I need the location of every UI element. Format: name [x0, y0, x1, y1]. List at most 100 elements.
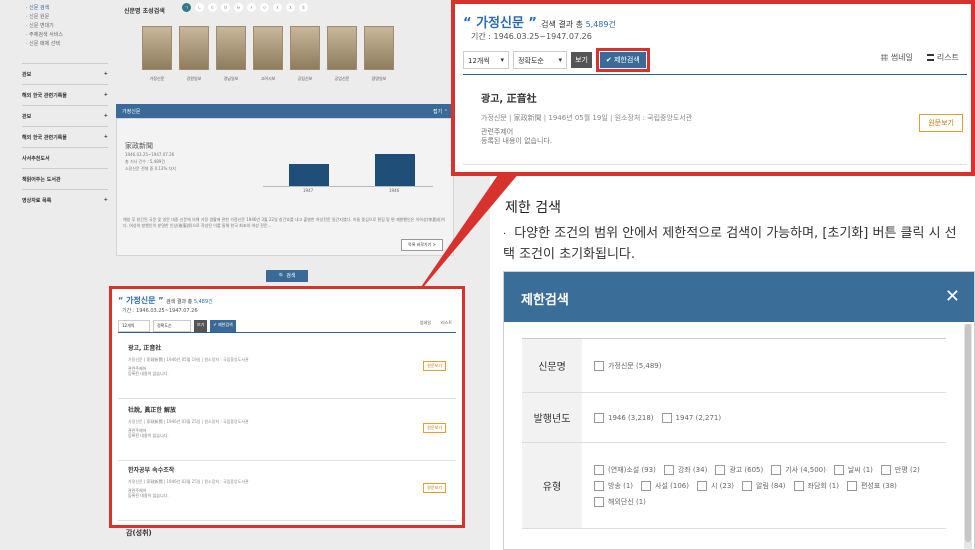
- filter-checkbox[interactable]: 1947 (2,271): [661, 412, 721, 423]
- left-sidebar: · 신문 검색 · 신문 원문 · 신문 변대기 · 주제검색 서비스 · 신문…: [22, 0, 108, 204]
- filter-checkbox[interactable]: 알림 (84): [742, 480, 786, 491]
- initial-filter[interactable]: ㄷ: [208, 3, 217, 12]
- filter-checkbox[interactable]: 편성표 (38): [846, 480, 897, 491]
- initial-filter[interactable]: ㅊ: [286, 3, 295, 12]
- initial-filter[interactable]: ㄴ: [195, 3, 204, 12]
- sidebar-sub-0[interactable]: · 신문 검색: [22, 4, 108, 13]
- sidebar-menu-3[interactable]: 해외 한국 관련기록물 +: [22, 126, 108, 143]
- paper-info: 1946.03.25~1947.07.26 총 기사 건수 : 5,489건 소…: [125, 152, 176, 171]
- sort-select[interactable]: 정확도순 ▾: [513, 51, 567, 69]
- thumbnail-view-toggle[interactable]: 썸네일: [880, 52, 913, 63]
- view-button[interactable]: 보기: [194, 320, 208, 332]
- filter-checkbox[interactable]: 기사 (4,500): [771, 464, 826, 475]
- sidebar-menu-2[interactable]: 관보 +: [22, 105, 108, 122]
- bar-label: 1946: [389, 188, 400, 193]
- sidebar-sub-3[interactable]: · 주제검색 서비스: [22, 31, 108, 40]
- filter-checkbox[interactable]: 강좌 (34): [663, 464, 707, 475]
- item-title[interactable]: 광고, 正音社: [128, 343, 161, 352]
- initial-filter[interactable]: ㅎ: [299, 3, 308, 12]
- item-title[interactable]: 한자공부 속수조작: [128, 465, 174, 474]
- filter-checkbox[interactable]: (연재)소설 (93): [594, 464, 656, 475]
- scrollbar-thumb[interactable]: [965, 324, 971, 542]
- filter-checkbox[interactable]: 해외단신 (1): [594, 496, 646, 507]
- limit-search-button[interactable]: ✔ 제한검색: [599, 52, 646, 68]
- sidebar-sub-1[interactable]: · 신문 원문: [22, 13, 108, 22]
- view-original-button[interactable]: 원문보기: [423, 483, 446, 493]
- sidebar-menu-1[interactable]: 해외 한국 관련기록물 +: [22, 84, 108, 101]
- year-count-chart: 1947 1946: [263, 139, 433, 193]
- checkbox-icon: [661, 412, 672, 423]
- search-button[interactable]: 🔍 검색: [266, 270, 308, 282]
- newspaper-thumbnail[interactable]: [179, 26, 209, 70]
- sidebar-menu-0[interactable]: 관보 +: [22, 63, 108, 80]
- filter-checkbox[interactable]: 만평 (2): [880, 464, 920, 475]
- newspaper-info-panel: 家政新聞 1946.03.25~1947.07.26 총 기사 건수 : 5,4…: [116, 118, 454, 256]
- newspaper-label: 공업신문: [334, 76, 350, 81]
- list-shortcut-button[interactable]: 목록 바로가기 >: [401, 239, 443, 251]
- initial-filter[interactable]: ㄱ: [182, 3, 191, 12]
- modal-header: 제한검색 ✕: [504, 272, 974, 322]
- filter-checkbox[interactable]: 날씨 (1): [833, 464, 873, 475]
- checkbox-icon: [594, 412, 604, 423]
- newspaper-thumbnail[interactable]: [142, 26, 172, 70]
- checkbox-icon: [594, 360, 604, 371]
- filter-checkbox[interactable]: 사설 (106): [641, 480, 689, 491]
- chevron-down-icon: ▾: [500, 56, 504, 64]
- filter-checkbox[interactable]: 가정신문 (5,489): [594, 360, 662, 371]
- newspaper-label: 강원일보: [186, 76, 202, 81]
- initial-filter[interactable]: ㅅ: [247, 3, 256, 12]
- newspaper-label: 가정신문: [149, 76, 165, 81]
- sidebar-menu-4[interactable]: 사서추천도서: [22, 147, 108, 164]
- filter-checkbox[interactable]: 1946 (3,218): [594, 412, 654, 423]
- checkbox-icon: [793, 480, 804, 491]
- bar-label: 1947: [303, 188, 314, 193]
- initial-filter[interactable]: ㅈ: [273, 3, 282, 12]
- newspaper-thumbnail[interactable]: [290, 26, 320, 70]
- filter-label: 발행년도: [522, 393, 582, 442]
- list-item[interactable]: 한자공부 속수조작 가정신문 | 家政新聞 | 1946년 03월 25일 | …: [118, 465, 456, 521]
- sidebar-menu-5[interactable]: 책읽어주는 도서관: [22, 168, 108, 185]
- thumbnail-view-toggle[interactable]: 썸네일: [420, 320, 431, 326]
- filter-checkbox[interactable]: 방송 (1): [594, 480, 633, 491]
- collapse-toggle[interactable]: 접기 ⌃: [433, 108, 448, 115]
- initial-filter[interactable]: ㅂ: [234, 3, 243, 12]
- initial-filter[interactable]: ㅁ: [221, 3, 230, 12]
- newspaper-label: 공립신보: [297, 76, 313, 81]
- limit-search-button[interactable]: ✔ 제한검색: [210, 320, 236, 332]
- view-original-button[interactable]: 원문보기: [919, 114, 963, 132]
- initial-search-title: 신문명 초성검색: [124, 8, 165, 15]
- checkbox-icon: [771, 464, 782, 475]
- initial-filter[interactable]: ㅇ: [260, 3, 269, 12]
- modal-scrollbar[interactable]: [964, 324, 972, 549]
- item-title[interactable]: 社說, 眞正한 解放: [128, 405, 176, 414]
- filter-checkbox[interactable]: 좌담회 (1): [793, 480, 839, 491]
- list-view-toggle[interactable]: 리스트: [441, 320, 452, 326]
- sidebar-menu-6[interactable]: 영상자료 목록 +: [22, 189, 108, 206]
- newspaper-thumbnail[interactable]: [364, 26, 394, 70]
- newspaper-thumbnail[interactable]: [327, 26, 357, 70]
- view-button[interactable]: 보기: [571, 52, 592, 68]
- per-page-select[interactable]: 12개씩 ▾: [463, 51, 509, 69]
- filter-row-type: 유형 (연재)소설 (93) 강좌 (34) 광고 (605) 기사 (4,50…: [522, 443, 946, 529]
- newspaper-thumbnail[interactable]: [216, 26, 246, 70]
- filter-checkbox[interactable]: 시 (23): [696, 480, 734, 491]
- list-item[interactable]: 社說, 眞正한 解放 가정신문 | 家政新聞 | 1946년 03월 25일 |…: [118, 405, 456, 461]
- sidebar-sub-4[interactable]: · 신문 매체 선택: [22, 40, 108, 49]
- filter-checkbox[interactable]: 광고 (605): [715, 464, 763, 475]
- sort-select[interactable]: 정확도순: [153, 320, 191, 332]
- checkbox-icon: [663, 464, 674, 475]
- list-item[interactable]: 광고, 正音社 가정신문 | 家政新聞 | 1946년 05월 19일 | 원소…: [118, 343, 456, 399]
- newspaper-thumbnail[interactable]: [253, 26, 283, 70]
- view-original-button[interactable]: 원문보기: [423, 361, 446, 371]
- section-title: 제한 검색: [505, 200, 561, 216]
- close-icon[interactable]: ✕: [945, 286, 960, 307]
- per-page-select[interactable]: 12개씩: [118, 320, 150, 332]
- divider: [463, 74, 967, 75]
- item-title[interactable]: 광고, 正音社: [481, 90, 537, 105]
- item-meta: 가정신문 | 家政新聞 | 1946년 03월 25일 | 원소장처 : 국립중…: [128, 479, 249, 484]
- view-original-button[interactable]: 원문보기: [423, 423, 446, 433]
- panel-title: 가정신문: [122, 109, 141, 115]
- sidebar-sub-2[interactable]: · 신문 변대기: [22, 22, 108, 31]
- list-view-toggle[interactable]: 리스트: [926, 52, 959, 63]
- query-term: “ 가정신문 ”: [463, 16, 537, 31]
